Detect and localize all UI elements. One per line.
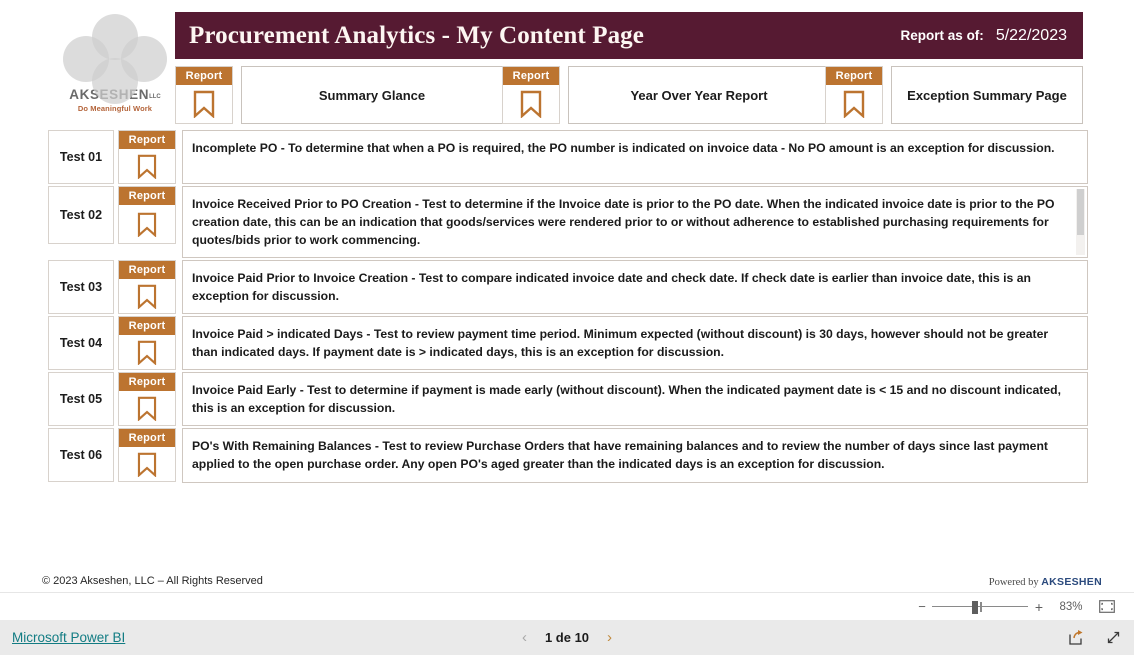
table-row: Test 02 Report Invoice Received Prior to… [48, 186, 1088, 259]
logo-circles-icon [63, 14, 167, 104]
zoom-control-bar: − + 83% [0, 593, 1134, 620]
test-bookmark-button[interactable]: Report [118, 316, 176, 371]
logo-suffix: LLC [149, 94, 161, 100]
zoom-slider-tick [980, 601, 982, 612]
bookmark-exception-summary[interactable]: Report [825, 66, 883, 124]
share-icon[interactable] [1068, 629, 1085, 646]
test-description-text: Invoice Received Prior to PO Creation - … [192, 197, 1055, 248]
bookmark-icon [137, 205, 157, 243]
report-navigation: Report Summary Glance Report Year Over Y… [175, 66, 1083, 124]
test-label: Test 01 [48, 130, 114, 184]
zoom-in-button[interactable]: + [1030, 599, 1048, 615]
page-indicator: 1 de 10 [544, 630, 590, 645]
zoom-slider[interactable] [932, 600, 1028, 614]
test-description: PO's With Remaining Balances - Test to r… [182, 428, 1088, 483]
bookmark-summary-glance[interactable]: Report [175, 66, 233, 124]
bookmark-caption: Report [119, 429, 175, 448]
bookmark-caption: Report [119, 261, 175, 280]
report-title-bar: Procurement Analytics - My Content Page … [175, 12, 1083, 59]
report-as-of-date: 5/22/2023 [995, 26, 1067, 44]
bookmark-caption: Report [119, 187, 175, 205]
table-row: Test 03 Report Invoice Paid Prior to Inv… [48, 260, 1088, 315]
bookmark-caption: Report [119, 131, 175, 149]
bookmark-icon [137, 447, 157, 481]
powered-by: Powered by AKSESHEN [989, 576, 1102, 588]
powerbi-bottom-bar: Microsoft Power BI ‹ 1 de 10 › [0, 620, 1134, 655]
test-description: Incomplete PO - To determine that when a… [182, 130, 1088, 184]
bookmark-caption: Report [176, 67, 232, 85]
test-description: Invoice Paid Prior to Invoice Creation -… [182, 260, 1088, 315]
test-label: Test 05 [48, 372, 114, 427]
table-row: Test 05 Report Invoice Paid Early - Test… [48, 372, 1088, 427]
test-description: Invoice Received Prior to PO Creation - … [182, 186, 1088, 259]
test-label: Test 06 [48, 428, 114, 483]
bookmark-icon [137, 149, 157, 183]
table-row: Test 06 Report PO's With Remaining Balan… [48, 428, 1088, 483]
bookmark-caption: Report [119, 373, 175, 392]
nav-group-summary-glance: Report Summary Glance [175, 66, 503, 124]
bookmark-icon [193, 85, 215, 123]
zoom-out-button[interactable]: − [914, 599, 930, 614]
logo-tagline: Do Meaningful Work [77, 103, 153, 113]
bookmark-caption: Report [503, 67, 559, 85]
bottom-bar-actions [1068, 629, 1122, 646]
bookmark-icon [843, 85, 865, 123]
nav-button-year-over-year[interactable]: Year Over Year Report [568, 66, 830, 124]
table-row: Test 01 Report Incomplete PO - To determ… [48, 130, 1088, 184]
test-bookmark-button[interactable]: Report [118, 372, 176, 427]
bookmark-year-over-year[interactable]: Report [502, 66, 560, 124]
nav-button-summary-glance[interactable]: Summary Glance [241, 66, 503, 124]
nav-button-exception-summary[interactable]: Exception Summary Page [891, 66, 1083, 124]
description-scrollbar[interactable] [1076, 189, 1085, 256]
table-row: Test 04 Report Invoice Paid > indicated … [48, 316, 1088, 371]
company-logo: AKSESHENLLC Do Meaningful Work [55, 14, 175, 118]
test-label: Test 03 [48, 260, 114, 315]
test-list: Test 01 Report Incomplete PO - To determ… [48, 130, 1088, 485]
chevron-left-icon[interactable]: ‹ [522, 630, 527, 645]
test-label: Test 02 [48, 186, 114, 244]
page-title: Procurement Analytics - My Content Page [189, 21, 644, 49]
test-bookmark-button[interactable]: Report [118, 428, 176, 483]
bookmark-caption: Report [119, 317, 175, 336]
copyright-text: © 2023 Akseshen, LLC – All Rights Reserv… [42, 575, 263, 587]
report-as-of-label: Report as of: [900, 27, 984, 43]
test-description: Invoice Paid Early - Test to determine i… [182, 372, 1088, 427]
zoom-level-label: 83% [1059, 600, 1083, 613]
test-bookmark-button[interactable]: Report [118, 130, 176, 184]
bookmark-caption: Report [826, 67, 882, 85]
powered-by-prefix: Powered by [988, 577, 1042, 588]
page-navigation: ‹ 1 de 10 › [0, 630, 1134, 645]
bookmark-icon [137, 391, 157, 425]
nav-group-year-over-year: Report Year Over Year Report [502, 66, 830, 124]
fit-to-page-icon[interactable] [1094, 600, 1120, 613]
bookmark-icon [137, 335, 157, 369]
powered-by-brand: AKSESHEN [1041, 576, 1102, 588]
test-bookmark-button[interactable]: Report [118, 260, 176, 315]
chevron-right-icon[interactable]: › [607, 630, 612, 645]
zoom-slider-thumb[interactable] [972, 600, 979, 614]
nav-group-exception-summary: Report Exception Summary Page [825, 66, 1083, 124]
bookmark-icon [137, 279, 157, 313]
fullscreen-icon[interactable] [1105, 629, 1122, 646]
bookmark-icon [520, 85, 542, 123]
report-canvas: AKSESHENLLC Do Meaningful Work Procureme… [0, 0, 1134, 592]
test-bookmark-button[interactable]: Report [118, 186, 176, 244]
test-label: Test 04 [48, 316, 114, 371]
powerbi-report-viewer: AKSESHENLLC Do Meaningful Work Procureme… [0, 0, 1134, 655]
report-as-of: Report as of: 5/22/2023 [901, 27, 1067, 45]
test-description: Invoice Paid > indicated Days - Test to … [182, 316, 1088, 371]
